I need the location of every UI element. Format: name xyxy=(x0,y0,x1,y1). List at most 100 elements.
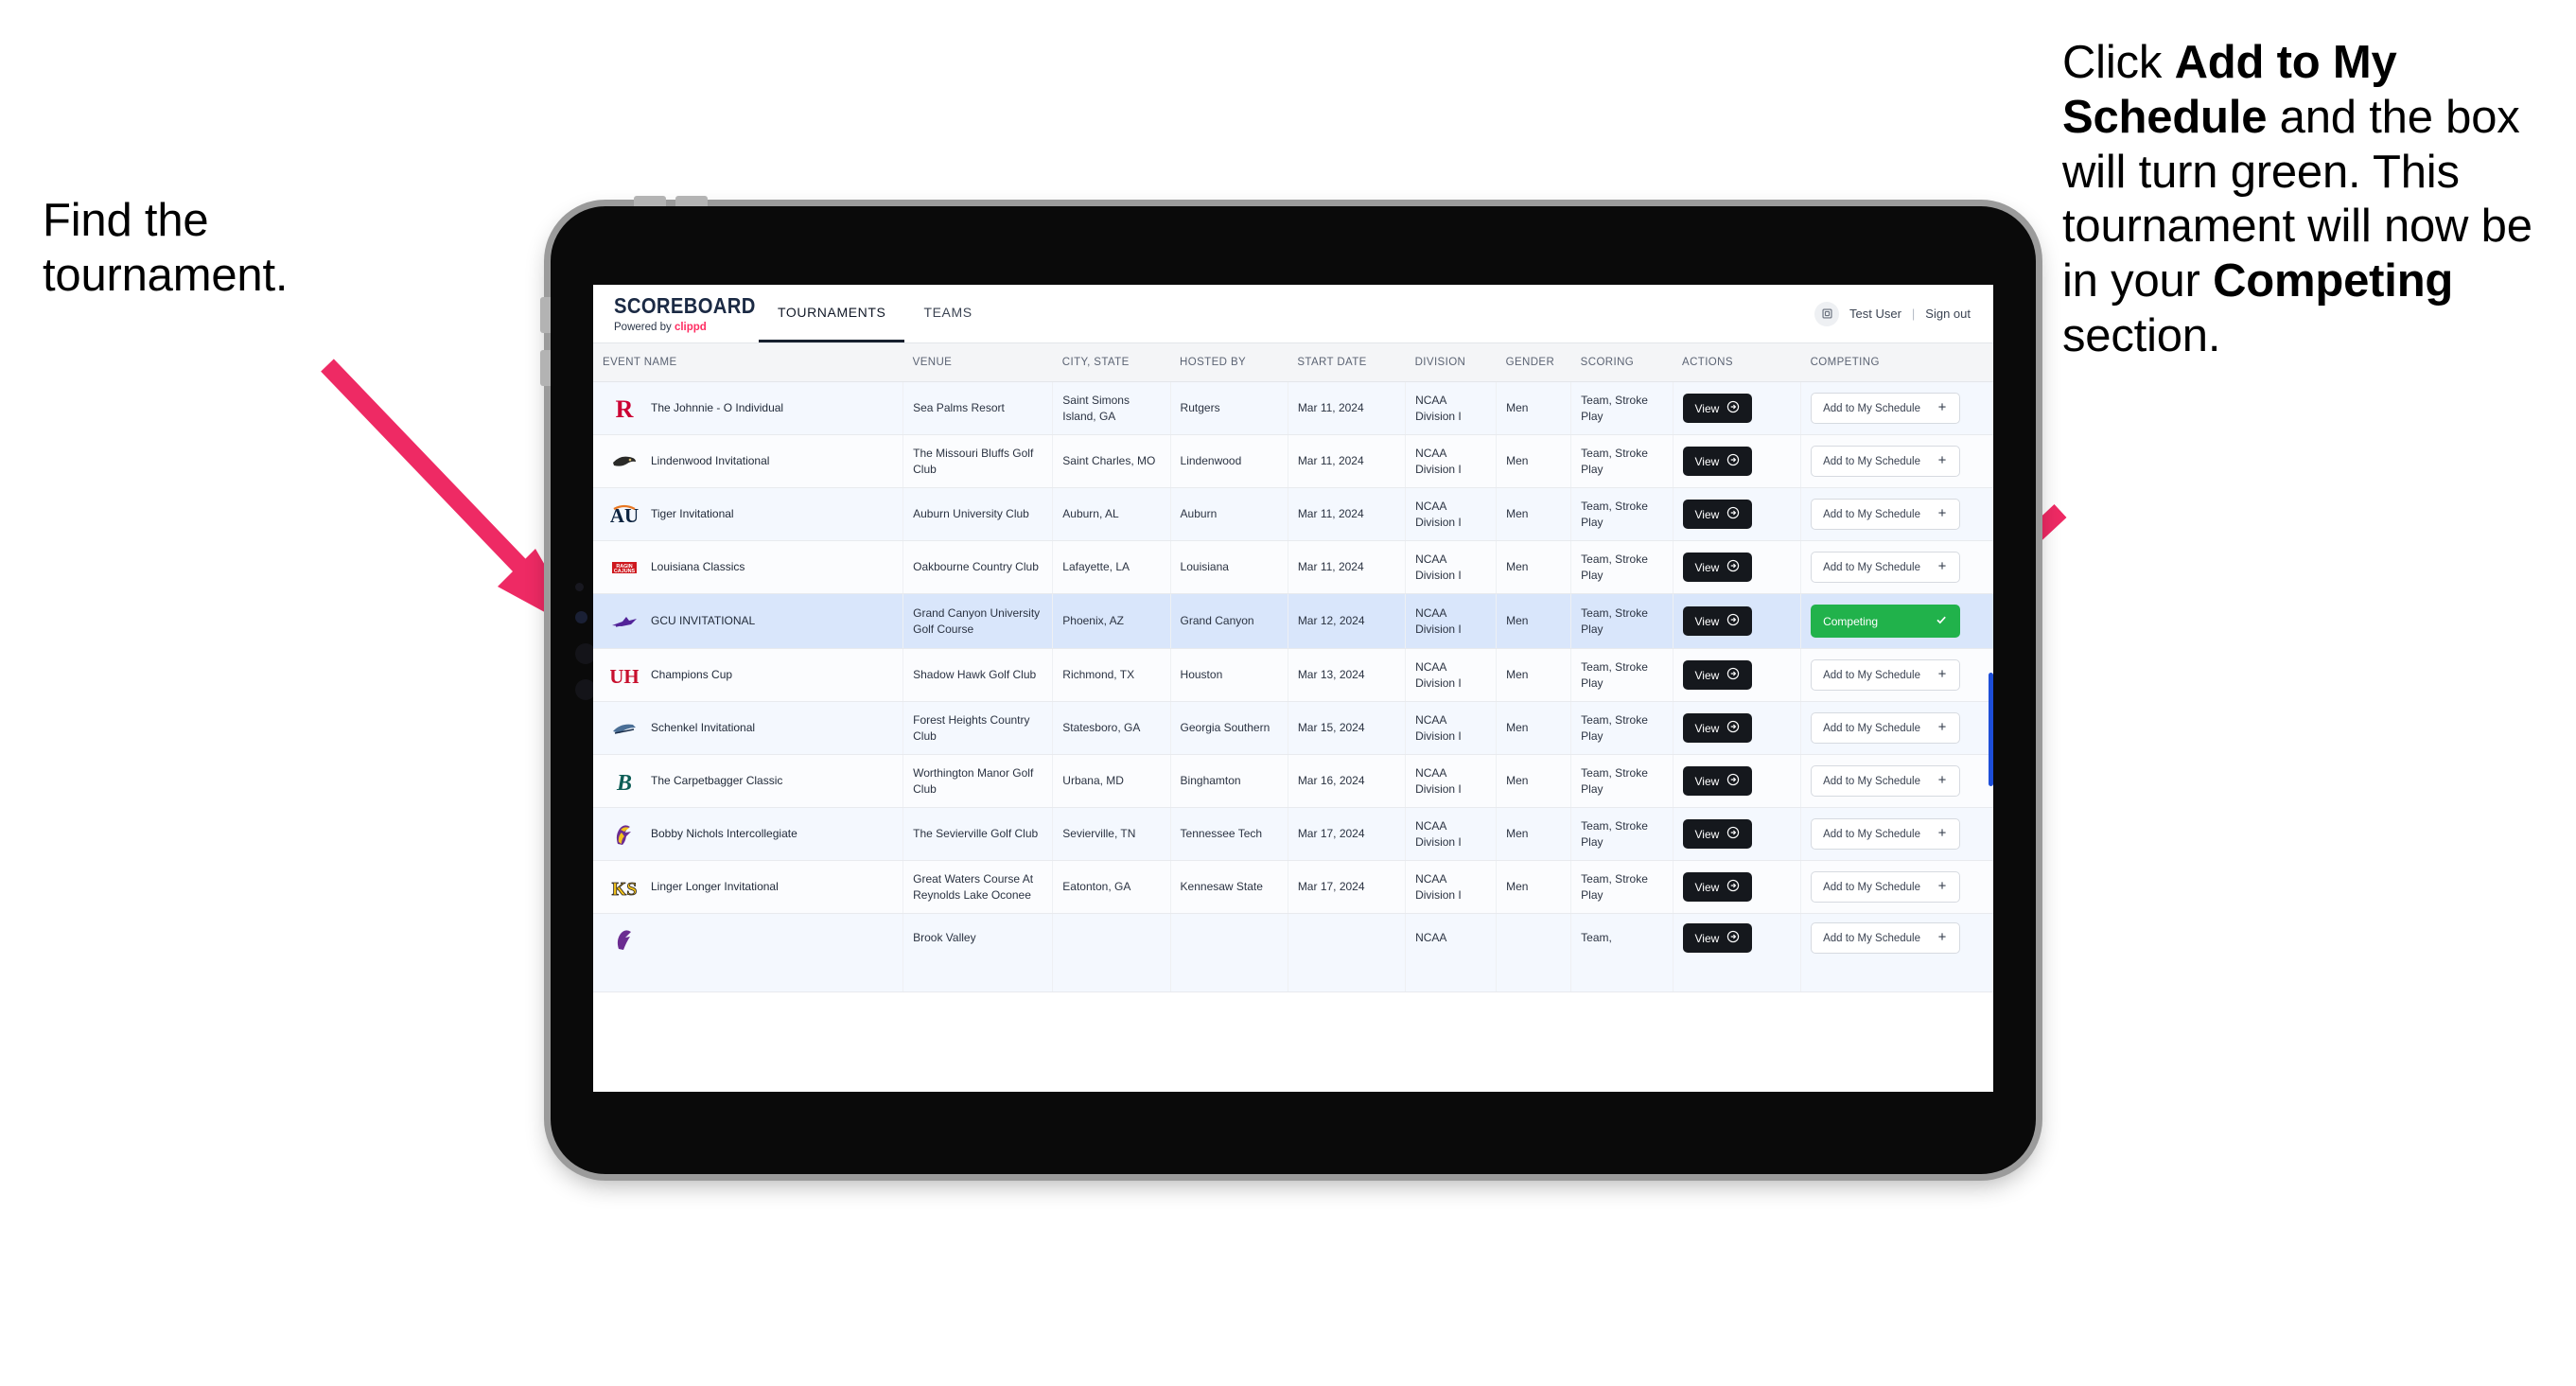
cell-event-name: R The Johnnie - O Individual xyxy=(593,381,904,435)
view-button[interactable]: View xyxy=(1682,923,1753,953)
view-button[interactable]: View xyxy=(1682,713,1753,743)
cell-scoring: Team, Stroke Play xyxy=(1570,648,1674,702)
cell-gender: Men xyxy=(1496,487,1572,541)
view-button[interactable]: View xyxy=(1682,500,1753,529)
side-button-lower[interactable] xyxy=(540,350,551,386)
add-to-my-schedule-label: Add to My Schedule xyxy=(1823,402,1920,414)
cell-event-name: RAGIN CAJUNS Louisiana Classics xyxy=(593,540,904,594)
table-row[interactable]: AU Tiger Invitational Auburn University … xyxy=(593,487,1993,541)
check-icon xyxy=(1935,613,1948,629)
volume-down-button[interactable] xyxy=(675,196,708,206)
add-to-my-schedule-button[interactable]: Add to My Schedule xyxy=(1811,446,1961,477)
cell-city-state: Urbana, MD xyxy=(1052,754,1171,808)
col-venue[interactable]: VENUE xyxy=(902,343,1053,382)
cell-hosted-by: Georgia Southern xyxy=(1170,701,1288,755)
view-button[interactable]: View xyxy=(1682,447,1753,476)
view-button[interactable]: View xyxy=(1682,872,1753,902)
tab-tournaments-label: TOURNAMENTS xyxy=(778,305,886,320)
table-body: R The Johnnie - O Individual Sea Palms R… xyxy=(593,381,1993,992)
table-row[interactable]: Schenkel Invitational Forest Heights Cou… xyxy=(593,701,1993,755)
cell-division: NCAA Division I xyxy=(1405,754,1498,808)
col-division[interactable]: DIVISION xyxy=(1405,343,1497,382)
cell-event-name: B The Carpetbagger Classic xyxy=(593,754,904,808)
view-button[interactable]: View xyxy=(1682,394,1753,423)
cell-event-name: GCU INVITATIONAL xyxy=(593,593,904,649)
cell-actions: View xyxy=(1673,913,1802,992)
tab-teams[interactable]: TEAMS xyxy=(904,285,990,342)
vertical-scrollbar[interactable] xyxy=(1989,673,1993,786)
arrow-right-circle-icon xyxy=(1726,400,1740,416)
cell-event-name: AU Tiger Invitational xyxy=(593,487,904,541)
arrow-right-circle-icon xyxy=(1726,453,1740,469)
cell-hosted-by: Auburn xyxy=(1170,487,1288,541)
view-label: View xyxy=(1694,827,1720,841)
col-hosted-by[interactable]: HOSTED BY xyxy=(1170,343,1288,382)
view-button[interactable]: View xyxy=(1682,819,1753,849)
add-to-my-schedule-label: Add to My Schedule xyxy=(1823,508,1920,520)
table-row[interactable]: KS Linger Longer Invitational Great Wate… xyxy=(593,860,1993,914)
col-event-name[interactable]: EVENT NAME xyxy=(593,343,903,382)
add-to-my-schedule-button[interactable]: Add to My Schedule xyxy=(1811,552,1961,583)
side-button-upper[interactable] xyxy=(540,297,551,333)
table-row[interactable]: UH Champions Cup Shadow Hawk Golf Club R… xyxy=(593,648,1993,702)
view-button[interactable]: View xyxy=(1682,553,1753,582)
col-scoring[interactable]: SCORING xyxy=(1570,343,1673,382)
tab-tournaments[interactable]: TOURNAMENTS xyxy=(759,285,905,342)
table-row[interactable]: GCU INVITATIONAL Grand Canyon University… xyxy=(593,593,1993,649)
volume-up-button[interactable] xyxy=(634,196,666,206)
cell-venue: Shadow Hawk Golf Club xyxy=(902,648,1054,702)
table-row[interactable]: Bobby Nichols Intercollegiate The Sevier… xyxy=(593,807,1993,861)
add-to-my-schedule-button[interactable]: Add to My Schedule xyxy=(1811,765,1961,797)
event-name-label: Schenkel Invitational xyxy=(651,721,756,735)
user-name-label[interactable]: Test User xyxy=(1849,307,1901,321)
table-row[interactable]: Lindenwood Invitational The Missouri Blu… xyxy=(593,434,1993,488)
cell-competing: Add to My Schedule xyxy=(1800,701,1993,755)
cell-city-state: Auburn, AL xyxy=(1052,487,1171,541)
plus-icon xyxy=(1936,454,1948,468)
view-button[interactable]: View xyxy=(1682,606,1753,636)
auburn-logo-icon: AU xyxy=(610,500,639,529)
brand-title: SCOREBOARD xyxy=(614,293,756,318)
cell-competing: Add to My Schedule xyxy=(1800,381,1993,435)
cell-scoring: Team, Stroke Play xyxy=(1570,434,1674,488)
cell-event-name: Lindenwood Invitational xyxy=(593,434,904,488)
table-row[interactable]: Brook Valley NCAA Team, View Add to My S… xyxy=(593,913,1993,992)
table-row[interactable]: RAGIN CAJUNS Louisiana Classics Oakbourne… xyxy=(593,540,1993,594)
col-city-state[interactable]: CITY, STATE xyxy=(1052,343,1171,382)
brand-logo[interactable]: SCOREBOARD Powered by clippd xyxy=(593,285,759,342)
view-button[interactable]: View xyxy=(1682,660,1753,690)
arrow-right-circle-icon xyxy=(1726,559,1740,575)
competing-button[interactable]: Competing xyxy=(1811,605,1961,638)
add-to-my-schedule-button[interactable]: Add to My Schedule xyxy=(1811,499,1961,530)
cell-gender: Men xyxy=(1496,434,1572,488)
add-to-my-schedule-button[interactable]: Add to My Schedule xyxy=(1811,871,1961,903)
cell-gender: Men xyxy=(1496,381,1572,435)
view-button[interactable]: View xyxy=(1682,766,1753,796)
table-row[interactable]: B The Carpetbagger Classic Worthington M… xyxy=(593,754,1993,808)
col-start-date[interactable]: START DATE xyxy=(1288,343,1406,382)
louisiana-logo-icon: RAGIN CAJUNS xyxy=(610,553,639,582)
cell-gender: Men xyxy=(1496,754,1572,808)
cell-actions: View xyxy=(1673,807,1802,861)
user-avatar-icon[interactable] xyxy=(1814,301,1839,326)
cell-city-state: Richmond, TX xyxy=(1052,648,1171,702)
add-to-my-schedule-button[interactable]: Add to My Schedule xyxy=(1811,712,1961,744)
cell-hosted-by: Grand Canyon xyxy=(1170,593,1288,649)
add-to-my-schedule-button[interactable]: Add to My Schedule xyxy=(1811,922,1961,954)
cell-hosted-by: Louisiana xyxy=(1170,540,1288,594)
cell-event-name: UH Champions Cup xyxy=(593,648,904,702)
add-to-my-schedule-button[interactable]: Add to My Schedule xyxy=(1811,393,1961,424)
annotation-right-part3: section. xyxy=(2062,310,2221,362)
add-to-my-schedule-button[interactable]: Add to My Schedule xyxy=(1811,818,1961,850)
add-to-my-schedule-button[interactable]: Add to My Schedule xyxy=(1811,659,1961,691)
arrow-right-circle-icon xyxy=(1726,879,1740,895)
col-gender[interactable]: GENDER xyxy=(1496,343,1571,382)
page-root: Find the tournament. Click Add to My Sch… xyxy=(0,0,2576,1386)
view-label: View xyxy=(1694,507,1720,521)
table-row[interactable]: R The Johnnie - O Individual Sea Palms R… xyxy=(593,381,1993,435)
cell-gender: Men xyxy=(1496,540,1572,594)
arrow-right-circle-icon xyxy=(1726,506,1740,522)
sign-out-link[interactable]: Sign out xyxy=(1925,307,1971,321)
cell-competing: Add to My Schedule xyxy=(1800,434,1993,488)
view-label: View xyxy=(1694,614,1720,628)
